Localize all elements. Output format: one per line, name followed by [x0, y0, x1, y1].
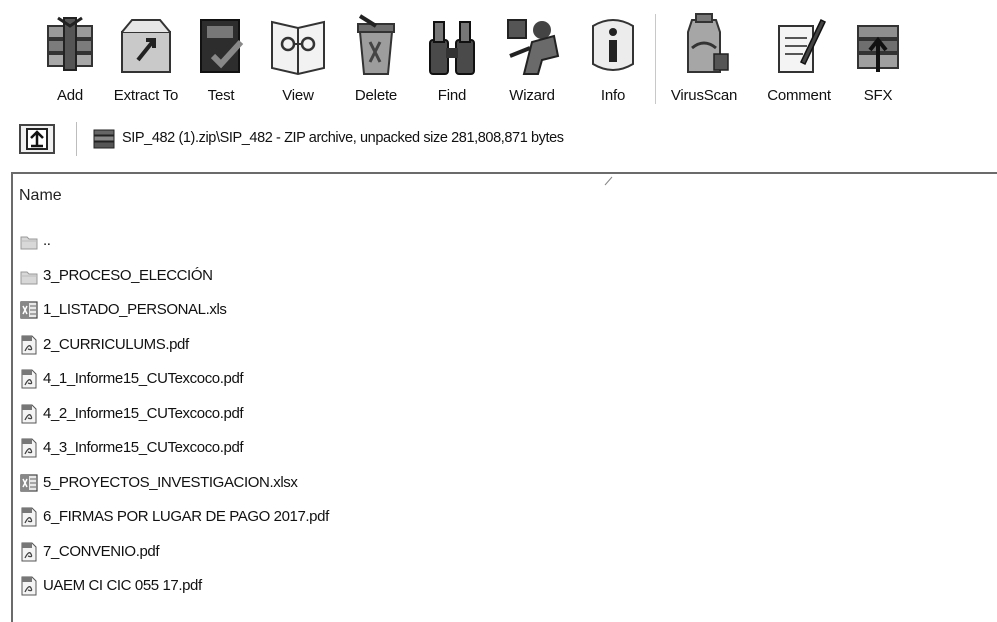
virusscan-button[interactable]: VirusScan: [660, 8, 748, 108]
file-name: 6_FIRMAS POR LUGAR DE PAGO 2017.pdf: [43, 508, 329, 525]
file-name: 4_3_Informe15_CUTexcoco.pdf: [43, 439, 244, 456]
folder-icon: [20, 271, 38, 284]
archive-icon: [93, 129, 115, 149]
toolbar-separator: [655, 14, 656, 104]
view-button[interactable]: View: [268, 8, 328, 108]
find-button[interactable]: Find: [424, 8, 480, 108]
delete-icon: [357, 14, 395, 75]
list-item[interactable]: 1_LISTADO_PERSONAL.xls: [13, 293, 997, 328]
extract-to-button[interactable]: Extract To: [106, 8, 186, 108]
pdf-file-icon: [21, 542, 37, 561]
info-button-label: Info: [600, 87, 626, 104]
mouse-cursor-icon: [604, 176, 613, 186]
pdf-file-icon: [21, 404, 37, 423]
address-path-text: SIP_482 (1).zip\SIP_482 - ZIP archive, u…: [122, 130, 564, 146]
file-name: 1_LISTADO_PERSONAL.xls: [43, 301, 227, 318]
add-button-label: Add: [56, 87, 84, 104]
pdf-file-icon: [21, 576, 37, 596]
excel-file-icon: [20, 301, 38, 319]
list-item[interactable]: 5_PROYECTOS_INVESTIGACION.xlsx: [13, 466, 997, 501]
info-icon: [592, 19, 634, 71]
comment-button[interactable]: Comment: [756, 8, 842, 108]
sfx-button[interactable]: SFX: [850, 8, 906, 108]
view-icon: [271, 20, 325, 76]
view-button-label: View: [282, 87, 314, 104]
list-item[interactable]: 7_CONVENIO.pdf: [13, 535, 997, 570]
sfx-button-label: SFX: [863, 87, 893, 104]
wizard-icon: [507, 19, 560, 75]
wizard-button[interactable]: Wizard: [500, 8, 564, 108]
file-name: 5_PROYECTOS_INVESTIGACION.xlsx: [43, 473, 298, 491]
comment-button-label: Comment: [767, 87, 831, 104]
list-item[interactable]: 2_CURRICULUMS.pdf: [13, 328, 997, 363]
pdf-file-icon: [21, 335, 37, 354]
pdf-file-icon: [21, 438, 37, 458]
add-button[interactable]: Add: [36, 8, 104, 108]
address-bar: SIP_482 (1).zip\SIP_482 - ZIP archive, u…: [0, 114, 997, 170]
virusscan-icon: [687, 13, 729, 73]
wizard-button-label: Wizard: [509, 87, 555, 104]
folder-up-icon: [20, 236, 38, 250]
list-item-parent-folder[interactable]: ..: [13, 224, 997, 259]
extract-to-icon: [121, 19, 171, 73]
info-button[interactable]: Info: [584, 8, 642, 108]
up-folder-button[interactable]: [19, 124, 55, 154]
test-button[interactable]: Test: [192, 8, 250, 108]
file-name: UAEM CI CIC 055 17.pdf: [43, 577, 202, 594]
comment-icon: [778, 18, 826, 73]
find-icon: [429, 21, 475, 75]
list-item[interactable]: 4_3_Informe15_CUTexcoco.pdf: [13, 431, 997, 466]
list-item[interactable]: UAEM CI CIC 055 17.pdf: [13, 569, 997, 604]
list-item[interactable]: 3_PROCESO_ELECCIÓN: [13, 259, 997, 294]
address-divider: [76, 122, 77, 156]
list-item[interactable]: 4_2_Informe15_CUTexcoco.pdf: [13, 397, 997, 432]
test-button-label: Test: [207, 87, 235, 104]
file-rows: .. 3_PROCESO_ELECCIÓN 1_LISTADO_PERSONAL…: [13, 224, 997, 604]
file-name: 4_2_Informe15_CUTexcoco.pdf: [43, 404, 244, 422]
file-name: 7_CONVENIO.pdf: [43, 542, 160, 560]
sfx-icon: [857, 25, 899, 72]
delete-button[interactable]: Delete: [344, 8, 408, 108]
pdf-file-icon: [21, 369, 37, 389]
file-list: Name .. 3_PROCESO_ELECCIÓN 1_LISTADO_PER…: [11, 172, 997, 622]
extract-to-button-label: Extract To: [113, 87, 179, 104]
column-header-name[interactable]: Name: [19, 187, 62, 205]
find-button-label: Find: [437, 87, 467, 104]
excel-file-icon: [20, 473, 38, 492]
pdf-file-icon: [21, 507, 37, 527]
delete-button-label: Delete: [354, 87, 398, 104]
address-path-field[interactable]: SIP_482 (1).zip\SIP_482 - ZIP archive, u…: [86, 123, 997, 155]
add-archive-icon: [47, 16, 93, 71]
file-name: 4_1_Informe15_CUTexcoco.pdf: [43, 370, 244, 387]
list-item[interactable]: 6_FIRMAS POR LUGAR DE PAGO 2017.pdf: [13, 500, 997, 535]
file-name: 3_PROCESO_ELECCIÓN: [43, 266, 213, 284]
list-item[interactable]: 4_1_Informe15_CUTexcoco.pdf: [13, 362, 997, 397]
virusscan-button-label: VirusScan: [670, 87, 738, 104]
toolbar: Add Extract To Test View Delete Find Wiz…: [0, 0, 997, 112]
file-name: 2_CURRICULUMS.pdf: [43, 335, 189, 353]
file-name: ..: [43, 232, 51, 249]
test-icon: [200, 19, 244, 73]
up-arrow-icon: [19, 124, 55, 154]
